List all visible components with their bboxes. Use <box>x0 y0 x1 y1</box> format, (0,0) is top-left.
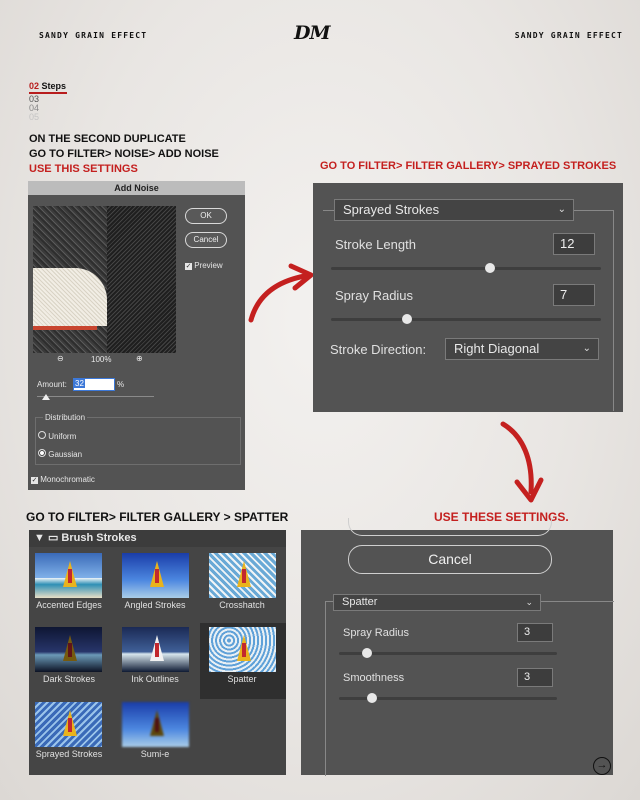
amount-unit: % <box>117 380 125 389</box>
spatter-panel: Cancel Spatter ⌄ Spray Radius 3 Smoothnes… <box>301 518 614 776</box>
spatter-heading: GO TO FILTER> FILTER GALLERY > SPATTER <box>26 510 289 524</box>
chevron-down-icon: ⌄ <box>582 343 591 354</box>
thumb-sumi-e[interactable] <box>122 702 189 747</box>
amount-slider-thumb[interactable] <box>42 394 51 400</box>
instruction-line-2: GO TO FILTER> NOISE> ADD NOISE <box>29 148 219 160</box>
stroke-length-knob[interactable] <box>485 263 495 273</box>
cancel-button[interactable]: Cancel <box>348 545 552 574</box>
triangle-down-icon: ▼ <box>34 532 45 544</box>
spray-radius-slider[interactable] <box>331 318 601 321</box>
thumb-crosshatch[interactable] <box>209 553 276 598</box>
instruction-line-1: ON THE SECOND DUPLICATE <box>29 133 186 145</box>
gallery-item-label[interactable]: Sprayed Strokes <box>29 749 109 759</box>
thumb-ink-outlines[interactable] <box>122 627 189 672</box>
steps-nav: 02 Steps 03 04 05 <box>29 82 67 122</box>
uniform-radio[interactable]: Uniform <box>38 431 76 441</box>
sprayed-strokes-panel: Sprayed Strokes ⌄ Stroke Length 12 Spray … <box>313 183 623 412</box>
amount-label: Amount: <box>37 380 67 389</box>
ok-button[interactable]: OK <box>185 208 227 224</box>
curved-arrow-icon <box>248 263 314 323</box>
arrow-right-circle-icon[interactable]: → <box>593 757 611 775</box>
gallery-item-label[interactable]: Crosshatch <box>202 600 282 610</box>
preview-checkbox[interactable]: ✓ Preview <box>185 261 223 270</box>
spray-radius-label: Spray Radius <box>343 627 410 639</box>
thumb-angled-strokes[interactable] <box>122 553 189 598</box>
folder-icon: ▭ <box>47 532 59 544</box>
dialog-title: Add Noise <box>28 181 245 195</box>
gallery-item-label[interactable]: Spatter <box>202 674 282 684</box>
stroke-length-slider[interactable] <box>331 267 601 270</box>
radio-selected-icon <box>38 449 46 457</box>
add-noise-dialog: Add Noise OK Cancel ✓ Preview ⊖ 100% ⊕ A… <box>28 181 245 490</box>
smoothness-label: Smoothness <box>343 672 405 684</box>
smoothness-input[interactable]: 3 <box>517 668 553 687</box>
thumb-dark-strokes[interactable] <box>35 627 102 672</box>
thumb-sprayed-strokes[interactable] <box>35 702 102 747</box>
check-icon: ✓ <box>185 263 192 270</box>
instructions-block: ON THE SECOND DUPLICATE GO TO FILTER> NO… <box>29 132 219 177</box>
logo: DM <box>294 22 331 44</box>
thumb-spatter[interactable] <box>209 627 276 672</box>
step-05[interactable]: 05 <box>29 113 67 122</box>
stroke-length-label: Stroke Length <box>335 237 416 252</box>
spray-radius-input[interactable]: 7 <box>553 284 595 306</box>
sprayed-heading: GO TO FILTER> FILTER GALLERY> SPRAYED ST… <box>320 160 617 172</box>
gallery-item-label[interactable]: Dark Strokes <box>29 674 109 684</box>
brush-strokes-folder[interactable]: ▼ ▭ Brush Strokes <box>29 530 286 547</box>
amount-slider[interactable] <box>37 396 154 397</box>
spray-radius-label: Spray Radius <box>335 288 414 303</box>
gaussian-radio[interactable]: Gaussian <box>38 449 82 459</box>
zoom-level: 100% <box>91 355 112 364</box>
stroke-direction-dropdown[interactable]: Right Diagonal ⌄ <box>445 338 599 360</box>
zoom-out-icon[interactable]: ⊖ <box>57 354 64 363</box>
stroke-direction-label: Stroke Direction: <box>330 342 427 357</box>
filter-dropdown[interactable]: Spatter ⌄ <box>333 594 541 611</box>
radio-icon <box>38 431 46 439</box>
cancel-button[interactable]: Cancel <box>185 232 227 248</box>
thumb-accented-edges[interactable] <box>35 553 102 598</box>
spray-radius-knob[interactable] <box>362 648 372 658</box>
spray-radius-input[interactable]: 3 <box>517 623 553 642</box>
zoom-in-icon[interactable]: ⊕ <box>136 354 143 363</box>
check-icon: ✓ <box>31 477 38 484</box>
filter-dropdown[interactable]: Sprayed Strokes ⌄ <box>334 199 574 221</box>
ok-button[interactable] <box>348 518 552 536</box>
filter-gallery: ▼ ▭ Brush Strokes Accented Edges Angled … <box>29 530 286 775</box>
gallery-item-label[interactable]: Ink Outlines <box>115 674 195 684</box>
instruction-line-3: USE THIS SETTINGS <box>29 163 138 175</box>
chevron-down-icon: ⌄ <box>525 597 533 607</box>
chevron-down-icon: ⌄ <box>557 204 566 215</box>
distribution-label: Distribution <box>43 413 88 422</box>
stroke-length-input[interactable]: 12 <box>553 233 595 255</box>
header-right-title: SANDY GRAIN EFFECT <box>514 31 623 40</box>
monochromatic-checkbox[interactable]: ✓ Monochromatic <box>31 475 95 484</box>
step-current[interactable]: 02 Steps <box>29 82 67 91</box>
noise-preview[interactable] <box>33 206 176 353</box>
smoothness-knob[interactable] <box>367 693 377 703</box>
spray-radius-knob[interactable] <box>402 314 412 324</box>
amount-input[interactable]: 32 <box>73 378 115 391</box>
gallery-item-label[interactable]: Angled Strokes <box>115 600 195 610</box>
header-left-title: SANDY GRAIN EFFECT <box>39 31 148 40</box>
gallery-item-label[interactable]: Accented Edges <box>29 600 109 610</box>
gallery-grid: Accented Edges Angled Strokes Crosshatch… <box>29 547 286 775</box>
curved-arrow-down-icon <box>500 421 544 503</box>
gallery-item-label[interactable]: Sumi-e <box>115 749 195 759</box>
